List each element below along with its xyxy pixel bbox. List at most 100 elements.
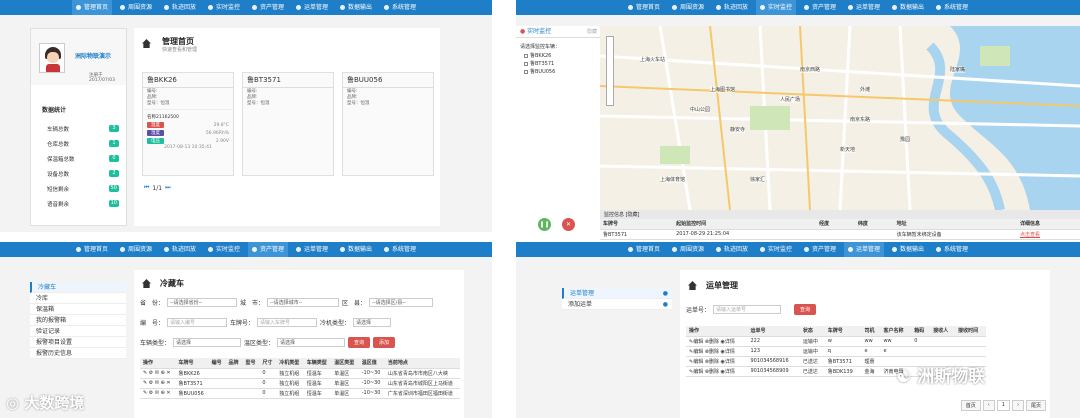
nav-item[interactable]: 数据输出 (336, 0, 376, 15)
zoom-control[interactable] (606, 36, 614, 106)
row-actions[interactable]: ✎编辑 ⊗删除 ◉详情 (686, 346, 748, 357)
row-actions[interactable]: ✎编辑 ⊗删除 ◉详情 (686, 336, 748, 347)
nav-item[interactable]: 运单管理 (844, 0, 884, 15)
nav-item[interactable]: 轨迹回放 (160, 0, 200, 15)
nav-item[interactable]: 系统管理 (380, 242, 420, 257)
province-select[interactable]: --请选择省份-- (167, 297, 238, 307)
area-select[interactable]: --请选择区/县-- (369, 297, 434, 307)
waybill-number-input[interactable]: 请输入运单号 (713, 305, 782, 314)
sidebar-item[interactable]: 添加运单 ● (562, 299, 672, 310)
info-header: 纬度 (854, 219, 894, 230)
plate-input[interactable]: 请输入车牌号 (257, 317, 318, 327)
info-cell: 2017-08-29 21:25:04 (673, 229, 817, 240)
nav-item[interactable]: 实时监控 (204, 242, 244, 257)
pager-button[interactable]: 1 (996, 400, 1010, 411)
map-action-bar: ❚❚ ✕ (516, 210, 600, 240)
search-button[interactable]: 查询 (348, 336, 371, 348)
vehicle-card[interactable]: 鲁BUU056 编号: 品牌: 型号：恒温 (342, 72, 434, 176)
nav-item[interactable]: 轨迹回放 (712, 242, 752, 257)
row-actions[interactable]: ✎ ⚙ ✉ ⊕ ✕ (140, 368, 176, 379)
checkbox-icon[interactable] (524, 61, 528, 66)
sidebar-item[interactable]: 报警历史信息 (30, 348, 126, 359)
row-actions[interactable]: ✎编辑 ⊗删除 ◉详情 (686, 356, 748, 367)
vehicle-type-select[interactable]: 请选择 (173, 337, 242, 347)
checkbox-icon[interactable] (524, 69, 528, 74)
hide-link[interactable]: 隐藏 (587, 26, 597, 38)
pager-button[interactable]: 首页 (960, 400, 981, 411)
nav-item[interactable]: 系统管理 (932, 0, 972, 15)
nav-item[interactable]: 资产管理 (248, 242, 289, 257)
nav-item[interactable]: 轨迹回放 (160, 242, 200, 257)
search-button[interactable]: 查询 (794, 304, 817, 315)
nav-icon (119, 247, 125, 252)
nav-item-label: 运单管理 (856, 246, 881, 253)
stat-row: 设备总数 2 (47, 166, 119, 181)
add-button[interactable]: 添加 (373, 336, 396, 348)
nav-item[interactable]: 资产管理 (800, 242, 840, 257)
choose-label: 请选择监控车辆： (520, 44, 561, 50)
cold-type-select[interactable]: 请选择 (353, 317, 392, 327)
nav-item[interactable]: 系统管理 (380, 0, 420, 15)
nav-item[interactable]: 资产管理 (800, 0, 840, 15)
vehicle-card[interactable]: 鲁BT3571 编号: 品牌: 型号：恒温 (242, 72, 334, 176)
nav-icon (340, 247, 346, 252)
sidebar-item[interactable]: 报警项目设置 (30, 337, 126, 348)
temp-zone-select[interactable]: 请选择 (277, 337, 346, 347)
nav-item[interactable]: 管理首页 (71, 0, 112, 15)
device-name: 名称21162500 (143, 109, 233, 121)
nav-item[interactable]: 管理首页 (72, 242, 112, 257)
table-header: 车牌号 (824, 326, 862, 337)
sidebar-item[interactable]: 我的报警箱 (30, 315, 126, 326)
sidebar-item[interactable]: 冷库 (30, 293, 126, 304)
row-actions[interactable]: ✎编辑 ⊗删除 ◉详情 (686, 366, 748, 377)
stat-row: 保温箱总数 0 (47, 151, 119, 166)
nav-item[interactable]: 运单管理 (844, 242, 885, 257)
nav-item[interactable]: 周围资源 (116, 242, 156, 257)
sidebar-item[interactable]: 验证记录 (30, 326, 126, 337)
number-input[interactable]: 请输入编号 (167, 317, 228, 327)
row-actions[interactable]: ✎ ⚙ ✉ ⊕ ✕ (140, 388, 176, 399)
vehicle-card[interactable]: 鲁BKK26 编号: 品牌: 型号：恒温 名称21162500 温度 29.8°C 湿度 56.… (142, 72, 234, 176)
stat-badge: 3 (109, 125, 119, 132)
pager-button[interactable]: 尾页 (1025, 400, 1046, 411)
map[interactable]: 上海火车站 人民广场 中山公园 静安寺 外滩 陆家嘴 新天地 徐家汇 上海图书馆 豫园 南京西路 南京… (600, 26, 1080, 210)
nav-icon (759, 247, 765, 252)
nav-item[interactable]: 数据输出 (336, 242, 376, 257)
vehicle-checkbox-item[interactable]: 鲁BUU056 (524, 68, 600, 76)
nav-item[interactable]: 管理首页 (624, 242, 664, 257)
nav-item[interactable]: 轨迹回放 (712, 0, 752, 15)
nav-item[interactable]: 实时监控 (204, 0, 244, 15)
nav-item[interactable]: 实时监控 (755, 0, 796, 15)
checkbox-icon[interactable] (524, 53, 528, 58)
nav-item[interactable]: 运单管理 (292, 242, 332, 257)
nav-item[interactable]: 周围资源 (116, 0, 156, 15)
row-actions[interactable]: ✎ ⚙ ✉ ⊕ ✕ (140, 378, 176, 389)
nav-item[interactable]: 管理首页 (624, 0, 664, 15)
nav-item[interactable]: 周围资源 (668, 0, 708, 15)
detail-link[interactable]: 点击查看 (1017, 229, 1080, 240)
nav-item[interactable]: 数据输出 (888, 242, 928, 257)
nav-item[interactable]: 资产管理 (248, 0, 288, 15)
table-header: 司机 (861, 326, 881, 337)
vehicle-checkbox-item[interactable]: 鲁BT3571 (524, 60, 600, 68)
nav-item[interactable]: 数据输出 (888, 0, 928, 15)
sidebar-item[interactable]: 保温箱 (30, 304, 126, 315)
city-select[interactable]: --请选择城市-- (267, 297, 340, 307)
stop-button[interactable]: ✕ (562, 218, 575, 231)
table-header: 接收时间 (955, 326, 986, 337)
nav-item[interactable]: 运单管理 (292, 0, 332, 15)
pager-button[interactable]: › (1011, 400, 1024, 411)
play-button[interactable]: ❚❚ (538, 218, 551, 231)
pager-button[interactable]: ‹ (982, 400, 995, 411)
sidebar-item[interactable]: 冷藏车 (30, 282, 126, 293)
first-page-icon[interactable]: ⏮ (144, 184, 149, 192)
nav-item-label: 管理首页 (83, 246, 108, 253)
last-page-icon[interactable]: ⏭ (165, 184, 170, 192)
sidebar-item[interactable]: 运单管理 ● (562, 288, 672, 299)
area-label: 区 县： (342, 299, 367, 307)
nav-item[interactable]: 系统管理 (932, 242, 972, 257)
nav-item[interactable]: 实时监控 (756, 242, 796, 257)
vehicle-checkbox-item[interactable]: 鲁BKK26 (524, 52, 600, 60)
sidebar-item-label: 运单管理 (570, 290, 595, 297)
nav-item[interactable]: 周围资源 (668, 242, 708, 257)
